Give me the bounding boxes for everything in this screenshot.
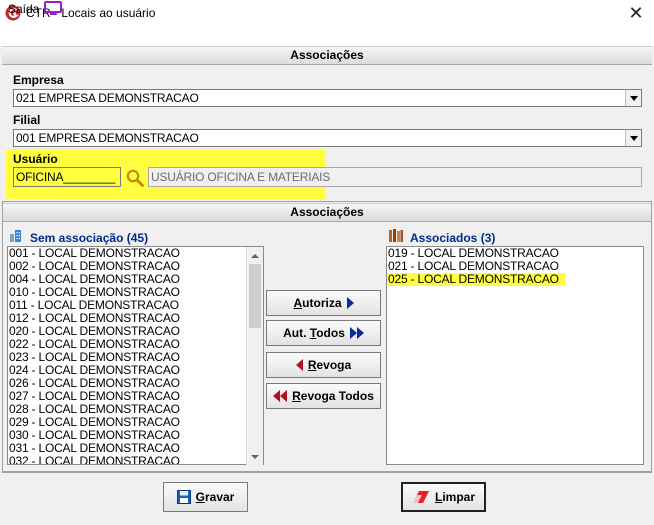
double-arrow-left-icon [273, 390, 288, 402]
list-item[interactable]: 032 - LOCAL DEMONSTRACAO [8, 455, 263, 465]
scroll-down-arrow[interactable] [247, 448, 263, 465]
scroll-up-arrow[interactable] [247, 247, 263, 264]
autoriza-button[interactable]: Autoriza [266, 290, 381, 316]
chevron-down-icon [629, 95, 638, 101]
gravar-button[interactable]: Gravar [163, 482, 248, 512]
close-button[interactable]: ✕ [618, 0, 654, 27]
filial-label: Filial [13, 113, 41, 127]
double-arrow-right-icon [349, 327, 364, 339]
scroll-thumb[interactable] [249, 264, 261, 328]
autoriza-label: Autoriza [293, 296, 342, 310]
chevron-up-icon [251, 253, 259, 258]
books-icon [389, 229, 403, 242]
revoga-todos-label: Revoga Todos [292, 389, 374, 403]
filial-select[interactable]: 001 EMPRESA DEMONSTRACAO [13, 129, 642, 147]
revoga-label: Revoga [307, 358, 352, 372]
gravar-label: Gravar [195, 490, 235, 504]
scrollbar[interactable] [246, 247, 263, 465]
empresa-label: Empresa [13, 73, 64, 87]
section-header-associacoes: Associações [2, 46, 652, 65]
associados-list[interactable]: 019 - LOCAL DEMONSTRACAO 021 - LOCAL DEMO… [386, 246, 644, 465]
dropdown-arrow[interactable] [625, 130, 641, 146]
list-item[interactable]: 025 - LOCAL DEMONSTRACAO [387, 273, 643, 286]
filial-value: 001 EMPRESA DEMONSTRACAO [16, 131, 199, 145]
usuario-description-field: USUÁRIO OFICINA E MATERIAIS [148, 167, 642, 187]
aut-todos-button[interactable]: Aut. Todos [266, 320, 381, 346]
sem-associacao-list[interactable]: 001 - LOCAL DEMONSTRACAO 002 - LOCAL DEMO… [7, 246, 264, 465]
associados-label: Associados (3) [410, 231, 496, 245]
sem-associacao-label: Sem associação (45) [30, 231, 149, 245]
arrow-left-icon [295, 359, 303, 371]
chevron-down-icon [251, 454, 259, 459]
arrow-right-icon [346, 297, 354, 309]
usuario-label: Usuário [13, 152, 58, 166]
building-icon [10, 230, 21, 242]
limpar-label: Limpar [434, 490, 476, 504]
floppy-disk-icon [176, 490, 191, 504]
list-item-label: 025 - LOCAL DEMONSTRACAO [387, 273, 565, 286]
empresa-value: 021 EMPRESA DEMONSTRACAO [16, 91, 199, 105]
menu-bar [0, 27, 654, 46]
menu-item-saida[interactable]: Saída [8, 2, 39, 16]
search-icon[interactable] [125, 168, 145, 188]
usuario-input[interactable]: OFICINA________ [13, 167, 121, 187]
dropdown-arrow[interactable] [625, 90, 641, 106]
limpar-button[interactable]: Limpar [401, 482, 486, 512]
chevron-down-icon [629, 135, 638, 141]
monitor-icon[interactable] [44, 1, 62, 16]
revoga-todos-button[interactable]: Revoga Todos [266, 383, 381, 409]
close-icon: ✕ [628, 3, 644, 23]
empresa-select[interactable]: 021 EMPRESA DEMONSTRACAO [13, 89, 642, 107]
bottom-separator [2, 472, 652, 473]
revoga-button[interactable]: Revoga [266, 352, 381, 378]
eraser-icon [412, 491, 429, 503]
aut-todos-label: Aut. Todos [283, 326, 345, 340]
list-item-label: 032 - LOCAL DEMONSTRACAO [9, 454, 180, 465]
